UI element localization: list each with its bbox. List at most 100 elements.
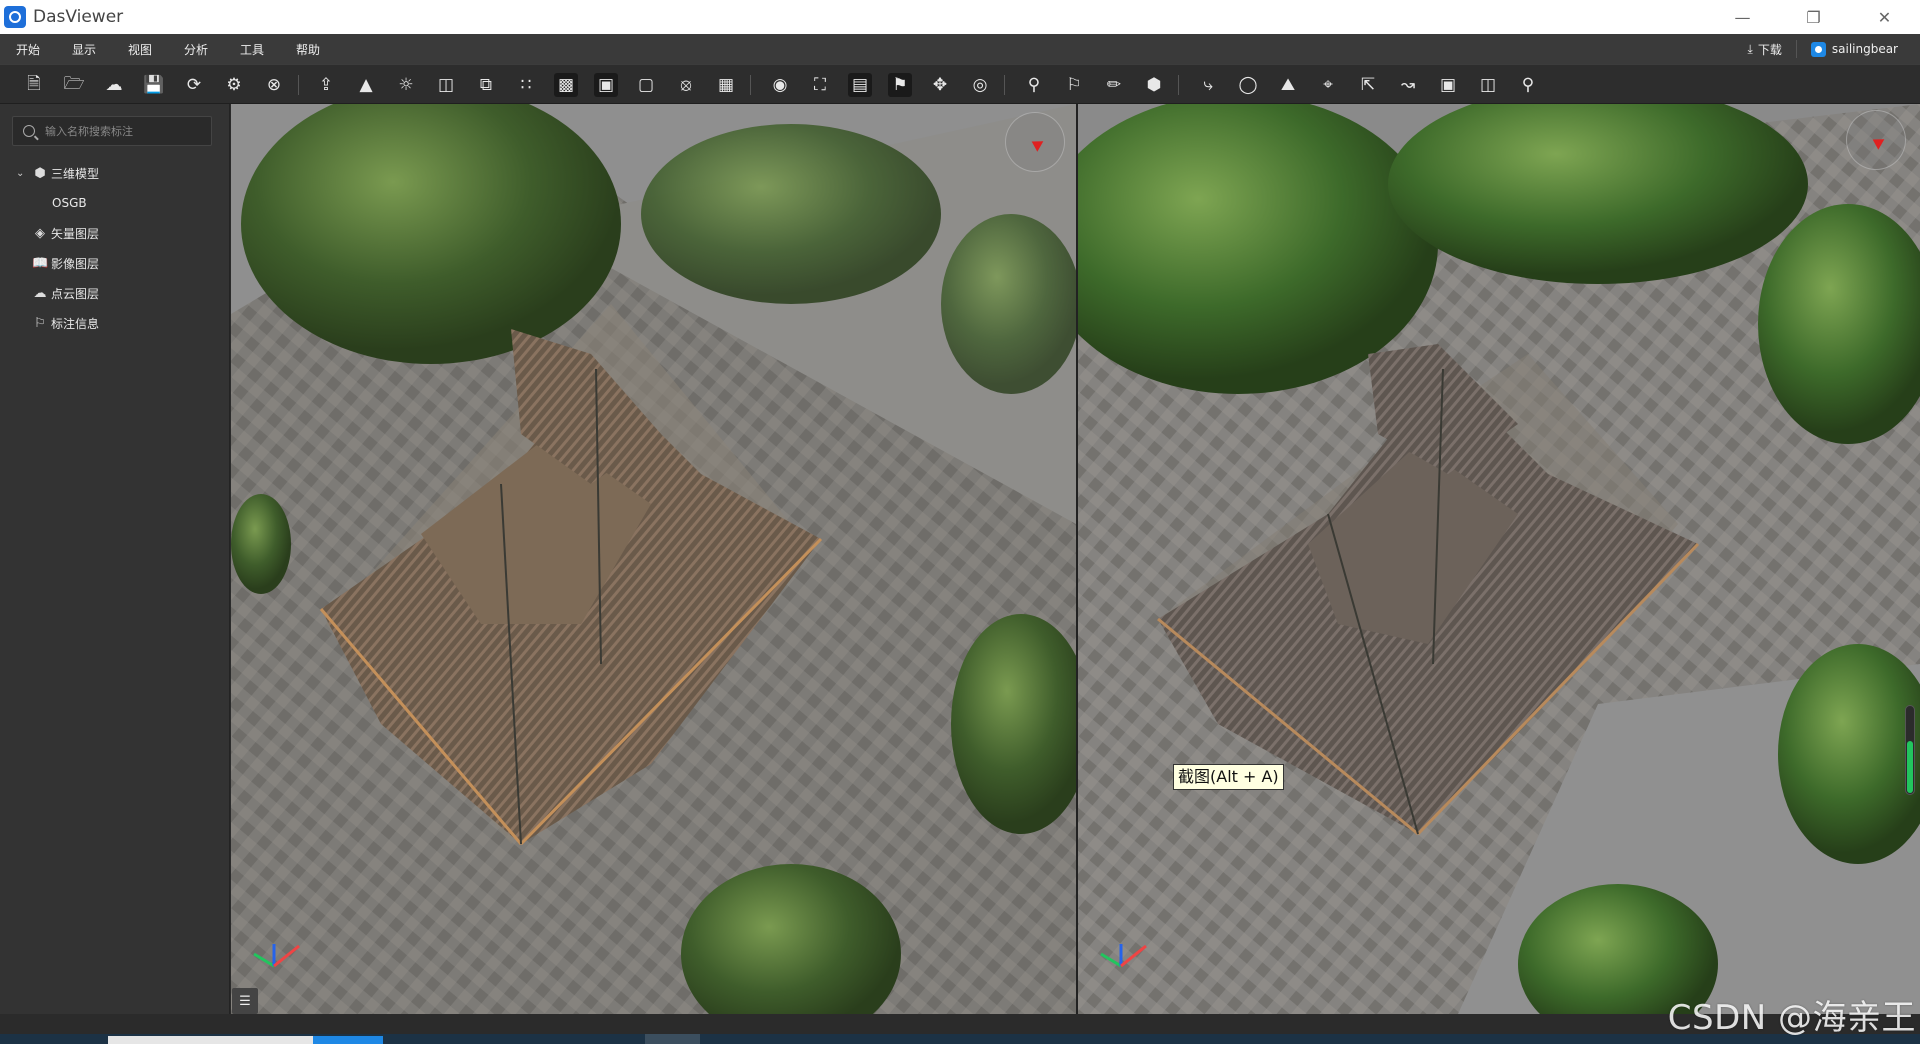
taskbar-item[interactable] (645, 1034, 700, 1044)
menu-help[interactable]: 帮助 (296, 41, 336, 58)
image-icon[interactable]: ▣ (1436, 73, 1460, 97)
sun-icon[interactable]: ☼ (394, 73, 418, 97)
tree-item-vector-layer[interactable]: ◈ 矢量图层 (0, 218, 230, 248)
split-view-icon[interactable]: ◫ (434, 73, 458, 97)
chart-icon[interactable]: ↝ (1396, 73, 1420, 97)
mountain-measure-icon[interactable]: ⛰ (1276, 73, 1300, 97)
tree-item-label: OSGB (52, 196, 87, 210)
download-icon: ⤓ (1747, 41, 1753, 56)
open-folder-icon[interactable]: 🗁 (62, 73, 86, 97)
move-icon[interactable]: ✥ (928, 73, 952, 97)
restore-icon[interactable]: ❐ (1778, 0, 1849, 34)
title-bar: DasViewer — ❐ ✕ (0, 0, 1920, 34)
minimize-icon[interactable]: — (1707, 0, 1778, 34)
cube-icon: ⬢ (34, 165, 46, 181)
frame-icon[interactable]: ⛶ (808, 73, 832, 97)
layers-overlay-icon[interactable]: ⧉ (474, 73, 498, 97)
settings-icon[interactable]: ⚙ (222, 73, 246, 97)
search-icon (23, 125, 35, 137)
flag-arrow-icon[interactable]: ⚑ (888, 73, 912, 97)
menu-start[interactable]: 开始 (16, 41, 56, 58)
search-box[interactable] (12, 116, 212, 146)
tree-item-image-layer[interactable]: 📖 影像图层 (0, 248, 230, 278)
search-icon[interactable]: ⚲ (1516, 73, 1540, 97)
grid-icon[interactable]: ▦ (714, 73, 738, 97)
cloud-icon[interactable]: ☁ (102, 73, 126, 97)
eye-rotate-icon[interactable]: ◉ (768, 73, 792, 97)
crop-icon[interactable]: ⌖ (1316, 73, 1340, 97)
download-label: 下载 (1757, 42, 1782, 57)
tree-item-label: 影像图层 (51, 256, 100, 271)
monitor-icon[interactable]: ▤ (848, 73, 872, 97)
building-icon[interactable]: ◫ (1476, 73, 1500, 97)
close-icon[interactable]: ✕ (1849, 0, 1920, 34)
app-logo-icon (4, 6, 26, 28)
axis-gizmo-icon (1100, 944, 1147, 968)
flag-icon: ⚐ (34, 315, 46, 331)
tree-item-osgb[interactable]: OSGB (0, 188, 230, 218)
user-account[interactable]: sailingbear (1810, 41, 1898, 57)
toolbar-separator (298, 75, 299, 95)
layer-tree: ⌄ ⬢ 三维模型 OSGB ◈ 矢量图层 📖 影像图层 ☁ 点云图层 ⚐ 标注信… (0, 158, 230, 338)
axis-gizmo-icon (253, 944, 300, 968)
cube-shaded-icon[interactable]: ⬢ (1142, 73, 1166, 97)
box-layers-icon[interactable]: ▩ (554, 73, 578, 97)
flag-icon[interactable]: ⚐ (1062, 73, 1086, 97)
status-bar (0, 1014, 1920, 1034)
app-title: DasViewer (33, 7, 124, 27)
ruler-icon[interactable]: ✏ (1102, 73, 1126, 97)
menu-tools[interactable]: 工具 (240, 41, 280, 58)
book-icon: 📖 (32, 255, 49, 271)
point-grid-icon[interactable]: ∷ (514, 73, 538, 97)
tree-item-label: 点云图层 (51, 286, 100, 301)
toolbar: 🗎 🗁 ☁ 💾 ⟳ ⚙ ⊗ ⇪ ▲ ☼ ◫ ⧉ ∷ ▩ ▣ ▢ ⦻ ▦ ◉ ⛶ … (0, 64, 1920, 104)
os-taskbar (0, 1034, 1920, 1044)
location-pin-icon[interactable]: ⚲ (1022, 73, 1046, 97)
taskbar-item[interactable] (108, 1036, 313, 1044)
terrain-icon[interactable]: ▲ (354, 73, 378, 97)
close-circle-icon[interactable]: ⊗ (262, 73, 286, 97)
menu-display[interactable]: 显示 (72, 41, 112, 58)
layer-list-button[interactable]: ☰ (232, 988, 258, 1014)
watermark: CSDN @海亲王 (1667, 998, 1916, 1038)
3d-scene-left[interactable] (231, 104, 1076, 1014)
toolbar-separator (1178, 75, 1179, 95)
cloud-icon: ☁ (33, 285, 47, 301)
route-icon[interactable]: ⤷ (1196, 73, 1220, 97)
zoom-slider-fill (1907, 741, 1913, 793)
cube-solid-icon[interactable]: ▣ (594, 73, 618, 97)
user-avatar-icon (1810, 41, 1826, 57)
export-icon[interactable]: ⇱ (1356, 73, 1380, 97)
camera-icon[interactable]: ◯ (1236, 73, 1260, 97)
download-button[interactable]: ⤓ 下载 (1748, 41, 1782, 58)
refresh-icon[interactable]: ⟳ (182, 73, 206, 97)
chevron-down-icon[interactable]: ⌄ (16, 168, 28, 179)
zoom-slider[interactable] (1905, 705, 1915, 795)
scene-render-right (1078, 104, 1920, 1014)
search-input[interactable] (45, 124, 205, 138)
eye-lock-icon[interactable]: ◎ (968, 73, 992, 97)
compass-icon[interactable] (1846, 110, 1906, 170)
import-icon[interactable]: ⇪ (314, 73, 338, 97)
compass-icon[interactable] (1005, 112, 1065, 172)
scene-render-left (231, 104, 1076, 1014)
tree-item-label: 标注信息 (51, 316, 100, 331)
menu-bar: 开始 显示 视图 分析 工具 帮助 ⤓ 下载 sailingbear (0, 34, 1920, 64)
new-file-icon[interactable]: 🗎 (22, 73, 46, 97)
cube-outline-icon[interactable]: ▢ (634, 73, 658, 97)
viewport-left[interactable] (231, 104, 1076, 1014)
toolbar-separator (750, 75, 751, 95)
taskbar-item-active[interactable] (313, 1036, 383, 1044)
screenshot-tooltip: 截图(Alt + A) (1173, 764, 1284, 790)
menu-view[interactable]: 视图 (128, 41, 168, 58)
save-icon[interactable]: 💾 (142, 73, 166, 97)
cube-x-icon[interactable]: ⦻ (674, 73, 698, 97)
3d-scene-right[interactable] (1078, 104, 1920, 1014)
menu-analysis[interactable]: 分析 (184, 41, 224, 58)
viewport-right[interactable] (1078, 104, 1920, 1014)
tree-item-annotations[interactable]: ⚐ 标注信息 (0, 308, 230, 338)
layer-panel: ⌄ ⬢ 三维模型 OSGB ◈ 矢量图层 📖 影像图层 ☁ 点云图层 ⚐ 标注信… (0, 104, 230, 1014)
list-icon: ☰ (239, 993, 251, 1009)
tree-item-3d-model[interactable]: ⌄ ⬢ 三维模型 (0, 158, 230, 188)
tree-item-point-cloud-layer[interactable]: ☁ 点云图层 (0, 278, 230, 308)
